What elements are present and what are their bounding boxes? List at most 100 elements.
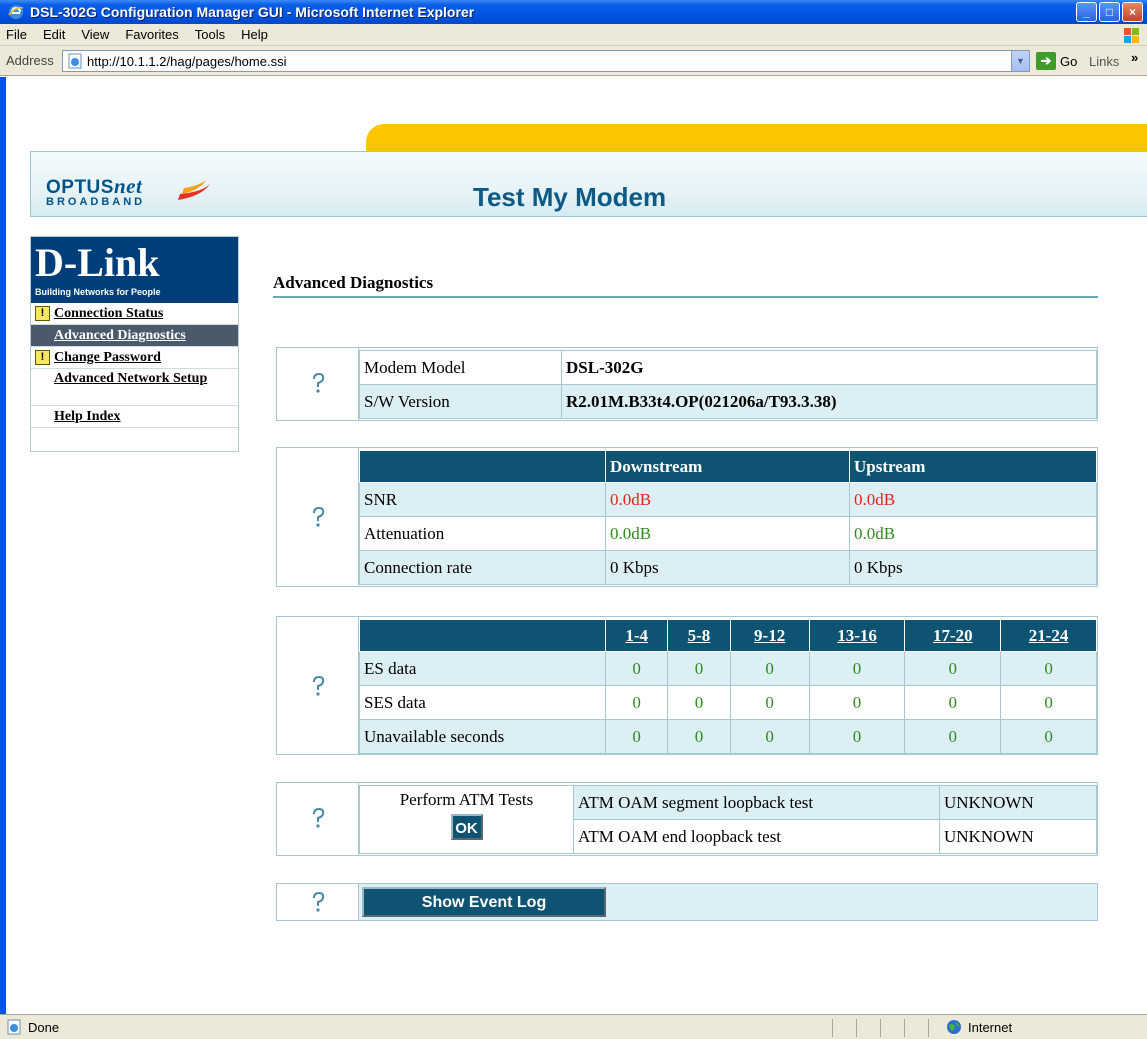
ses-data-label: SES data xyxy=(359,685,606,720)
ses-data-value: 0 xyxy=(604,685,669,720)
status-divider xyxy=(880,1019,881,1037)
atm-test-result: UNKNOWN xyxy=(939,785,1097,820)
modem-info-panel: Modem Model DSL-302G S/W Version R2.01M.… xyxy=(276,347,1098,421)
warning-icon: ! xyxy=(35,306,50,321)
sidebar-item-connection-status[interactable]: ! Connection Status xyxy=(31,303,238,325)
optus-swoosh-icon xyxy=(178,180,210,200)
status-divider xyxy=(904,1019,905,1037)
atm-tests-panel: Perform ATM Tests OK ATM OAM segment loo… xyxy=(276,782,1098,856)
window-left-border xyxy=(0,77,6,1014)
heading-divider xyxy=(273,296,1098,298)
ses-data-value: 0 xyxy=(667,685,731,720)
unavailable-seconds-value: 0 xyxy=(729,719,810,754)
perform-atm-cell: Perform ATM Tests OK xyxy=(359,785,574,854)
attenuation-downstream: 0.0dB xyxy=(605,516,850,551)
es-data-value: 0 xyxy=(1000,651,1097,686)
attenuation-upstream: 0.0dB xyxy=(849,516,1097,551)
menu-help[interactable]: Help xyxy=(241,27,268,42)
line-stats-header-blank xyxy=(359,450,606,483)
atm-test-result: UNKNOWN xyxy=(939,819,1097,854)
dlink-logo: D-Link Building Networks for People xyxy=(31,237,238,303)
ses-data-value: 0 xyxy=(808,685,906,720)
unavailable-seconds-value: 0 xyxy=(604,719,669,754)
col-13-16[interactable]: 13-16 xyxy=(808,619,906,652)
go-label: Go xyxy=(1060,53,1078,69)
menu-favorites[interactable]: Favorites xyxy=(125,27,178,42)
go-arrow-icon: ➔ xyxy=(1036,52,1056,70)
minimize-button[interactable]: _ xyxy=(1076,2,1097,22)
security-zone: Internet xyxy=(946,1019,1012,1035)
page-title: Test My Modem xyxy=(473,182,667,212)
help-icon[interactable] xyxy=(309,506,327,528)
col-9-12[interactable]: 9-12 xyxy=(729,619,810,652)
col-21-24[interactable]: 21-24 xyxy=(1000,619,1097,652)
warning-icon: ! xyxy=(35,350,50,365)
page-viewport: OPTUSnet BROADBAND Test My Modem D-Link … xyxy=(0,77,1147,1014)
es-data-value: 0 xyxy=(808,651,906,686)
close-button[interactable]: × xyxy=(1122,2,1143,22)
help-cell xyxy=(277,448,359,586)
status-divider xyxy=(856,1019,857,1037)
connection-rate-upstream: 0 Kbps xyxy=(849,550,1097,585)
maximize-button[interactable]: □ xyxy=(1099,2,1120,22)
menu-tools[interactable]: Tools xyxy=(195,27,225,42)
globe-icon xyxy=(947,1020,961,1034)
event-log-panel: Show Event Log xyxy=(276,883,1098,921)
show-event-log-button[interactable]: Show Event Log xyxy=(362,887,606,917)
links-label[interactable]: Links xyxy=(1089,54,1119,69)
sidebar-nav: ! Connection Status Advanced Diagnostics… xyxy=(31,303,238,428)
address-label: Address xyxy=(6,53,54,68)
menu-view[interactable]: View xyxy=(81,27,109,42)
window-controls: _ □ × xyxy=(1076,2,1143,22)
line-stats-panel: Downstream Upstream SNR 0.0dB 0.0dB Atte… xyxy=(276,447,1098,587)
attenuation-label: Attenuation xyxy=(359,516,606,551)
es-data-value: 0 xyxy=(604,651,669,686)
es-data-value: 0 xyxy=(904,651,1002,686)
help-icon[interactable] xyxy=(309,675,327,697)
es-data-value: 0 xyxy=(667,651,731,686)
links-chevron-icon[interactable]: » xyxy=(1131,50,1138,65)
unavailable-seconds-value: 0 xyxy=(667,719,731,754)
status-divider xyxy=(928,1019,929,1037)
modem-model-label: Modem Model xyxy=(359,350,562,385)
ok-button[interactable]: OK xyxy=(450,814,483,840)
status-divider xyxy=(832,1019,833,1037)
menu-edit[interactable]: Edit xyxy=(43,27,65,42)
help-icon[interactable] xyxy=(309,891,327,913)
help-cell xyxy=(277,617,359,754)
error-header-blank xyxy=(359,619,606,652)
go-button[interactable]: ➔ Go xyxy=(1036,52,1077,70)
page-icon xyxy=(68,53,82,69)
menu-file[interactable]: File xyxy=(6,27,27,42)
help-icon[interactable] xyxy=(309,807,327,829)
col-17-20[interactable]: 17-20 xyxy=(904,619,1002,652)
address-input[interactable]: http://10.1.1.2/hag/pages/home.ssi ▼ xyxy=(62,50,1030,72)
sw-version-label: S/W Version xyxy=(359,384,562,419)
help-icon[interactable] xyxy=(309,372,327,394)
zone-label: Internet xyxy=(968,1019,1013,1035)
windows-flag-icon xyxy=(1124,28,1139,43)
es-data-label: ES data xyxy=(359,651,606,686)
sidebar-item-change-password[interactable]: ! Change Password xyxy=(31,347,238,369)
title-bar: DSL-302G Configuration Manager GUI - Mic… xyxy=(0,0,1147,24)
snr-upstream: 0.0dB xyxy=(849,482,1097,517)
ses-data-value: 0 xyxy=(729,685,810,720)
page-done-icon xyxy=(7,1019,21,1035)
sidebar-item-advanced-network-setup[interactable]: Advanced Network Setup xyxy=(31,369,238,406)
atm-test-label: ATM OAM end loopback test xyxy=(573,819,940,854)
downstream-header: Downstream xyxy=(605,450,850,483)
sidebar-item-advanced-diagnostics[interactable]: Advanced Diagnostics xyxy=(31,325,238,347)
upstream-header: Upstream xyxy=(849,450,1097,483)
col-5-8[interactable]: 5-8 xyxy=(667,619,731,652)
unavailable-seconds-value: 0 xyxy=(904,719,1002,754)
unavailable-seconds-value: 0 xyxy=(808,719,906,754)
menu-bar: File Edit View Favorites Tools Help xyxy=(0,24,1147,46)
snr-downstream: 0.0dB xyxy=(605,482,850,517)
col-1-4[interactable]: 1-4 xyxy=(604,619,669,652)
error-stats-panel: 1-4 5-8 9-12 13-16 17-20 21-24 ES data 0… xyxy=(276,616,1098,755)
help-cell xyxy=(277,884,359,920)
address-dropdown-icon[interactable]: ▼ xyxy=(1011,51,1029,71)
sidebar: D-Link Building Networks for People ! Co… xyxy=(30,236,239,452)
unavailable-seconds-label: Unavailable seconds xyxy=(359,719,606,754)
sidebar-item-help-index[interactable]: Help Index xyxy=(31,406,238,428)
